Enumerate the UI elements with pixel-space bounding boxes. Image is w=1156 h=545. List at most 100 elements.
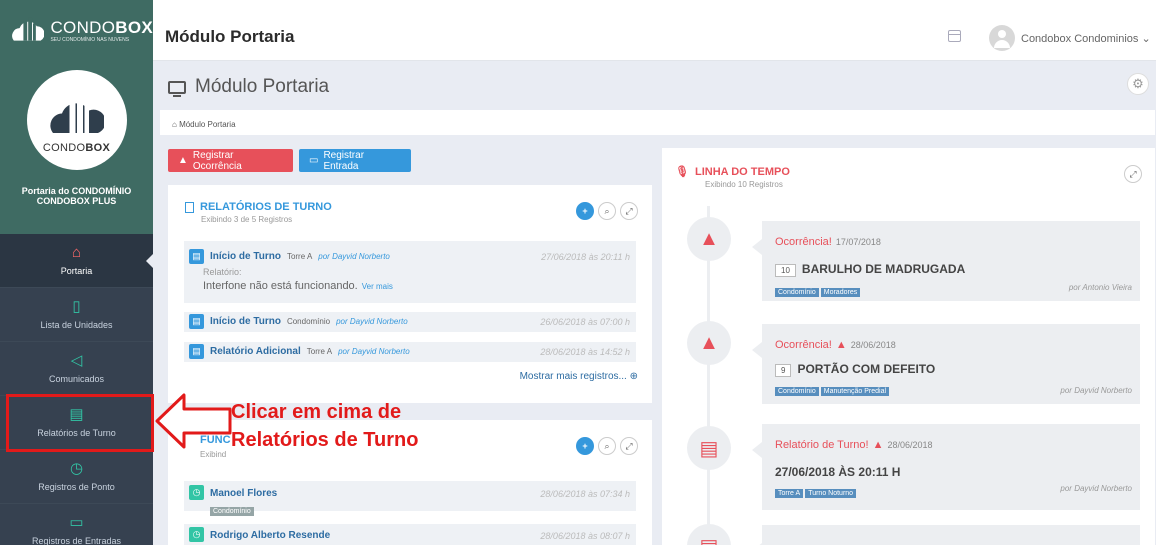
panel-subtitle: Exibindo 10 Registros: [705, 180, 783, 189]
row-author: por Dayvid Norberto: [338, 347, 410, 356]
sidebar-item-portaria[interactable]: ⌂ Portaria: [0, 234, 153, 288]
timeline-item[interactable]: [752, 525, 1140, 545]
show-more-link[interactable]: Mostrar mais registros... ⊕: [520, 371, 638, 382]
expand-icon[interactable]: ⤢: [620, 437, 638, 455]
list-item[interactable]: ◷ Rodrigo Alberto Resende 28/06/2018 às …: [184, 524, 636, 545]
item-text: BARULHO DE MADRUGADA: [801, 262, 966, 276]
tag: Moradores: [820, 288, 861, 297]
page-title: Módulo Portaria: [168, 76, 329, 98]
sidebar-item-registros-entradas[interactable]: ▭ Registros de Entradas: [0, 504, 153, 545]
annotation-text: Clicar em cima de Relatórios de Turno: [231, 398, 418, 454]
tag: Manutenção Predial: [820, 387, 890, 396]
badge-main: CONDO: [42, 141, 86, 154]
document-icon: [185, 201, 194, 213]
item-author: por Dayvid Norberto: [1060, 386, 1132, 395]
row-label: Relatório:: [203, 267, 242, 277]
highlight-box: [6, 394, 154, 452]
home-icon: ⌂: [71, 244, 82, 261]
logo-tagline: SEU CONDOMÍNIO NAS NUVENS: [50, 36, 130, 43]
row-date: 26/06/2018 às 07:00 h: [540, 317, 630, 327]
timeline-item[interactable]: Ocorrência! 17/07/2018 10 BARULHO DE MADRU…: [752, 221, 1140, 301]
sidebar-item-label: Comunicados: [48, 374, 105, 384]
calendar-icon[interactable]: [948, 30, 961, 42]
monitor-icon: [168, 80, 186, 97]
breadcrumb-item[interactable]: Módulo Portaria: [179, 120, 235, 129]
sidebar-item-label: Portaria: [60, 266, 93, 276]
list-item[interactable]: ◷ Manoel Flores Condomínio 28/06/2018 às…: [184, 481, 636, 516]
item-date: 28/06/2018: [850, 340, 896, 350]
extinguisher-icon: ▲: [687, 321, 731, 365]
row-title: Rodrigo Alberto Resende: [210, 530, 331, 541]
item-author: por Dayvid Norberto: [1060, 484, 1132, 493]
timeline-item[interactable]: Ocorrência! ▲ 28/06/2018 9 PORTÃO COM DEFEI…: [752, 324, 1140, 404]
row-title: Relatório Adicional: [210, 346, 301, 357]
item-kind: Relatório de Turno!: [775, 439, 869, 451]
register-occurrence-button[interactable]: ▲ Registrar Ocorrência: [168, 149, 293, 172]
search-icon[interactable]: ⌕: [598, 437, 616, 455]
search-icon[interactable]: ⌕: [598, 202, 616, 220]
arrow-left-icon: [155, 393, 232, 449]
org-name: Portaria do CONDOMÍNIO CONDOBOX PLUS: [0, 178, 153, 234]
expand-icon[interactable]: ⤢: [620, 202, 638, 220]
panel-title: LINHA DO TEMPO: [694, 165, 790, 178]
document-icon: ▤: [189, 249, 204, 264]
breadcrumb: ⌂ Módulo Portaria: [160, 110, 1155, 135]
condobox-logo-icon: [49, 90, 104, 133]
report-icon: ▤: [687, 524, 731, 545]
building-icon: ▯: [72, 298, 81, 315]
item-number: 10: [775, 264, 796, 277]
row-text: Interfone não está funcionando.: [203, 280, 358, 292]
tag: Condomínio: [775, 387, 819, 396]
timeline-item[interactable]: Relatório de Turno! ▲ 28/06/2018 27/06/201…: [752, 424, 1140, 510]
condobox-badge: CONDOBOX: [26, 69, 127, 170]
list-item[interactable]: ▤ Início de Turno Torre A por Dayvid Norbe…: [184, 241, 636, 303]
item-date: 17/07/2018: [835, 237, 881, 247]
tag: Turno Noturno: [805, 489, 857, 498]
sidebar-item-lista-unidades[interactable]: ▯ Lista de Unidades: [0, 288, 153, 342]
row-place: Condomínio: [286, 317, 331, 326]
row-author: por Dayvid Norberto: [336, 317, 408, 326]
gear-icon[interactable]: ⚙: [1127, 73, 1149, 95]
module-title: Módulo Portaria: [165, 27, 295, 46]
extinguisher-icon: ▲: [687, 217, 731, 261]
sidebar-item-label: Lista de Unidades: [40, 320, 113, 330]
timeline-panel: 🎙 LINHA DO TEMPO Exibindo 10 Registros ⤢ …: [662, 148, 1155, 545]
home-icon: ⌂: [172, 120, 180, 129]
document-icon: ▤: [189, 344, 204, 359]
item-date: 28/06/2018: [887, 440, 933, 450]
ticket-icon: ▭: [309, 155, 319, 166]
item-kind: Ocorrência!: [775, 339, 832, 351]
list-item[interactable]: ▤ Início de Turno Condomínio por Dayvid No…: [184, 312, 636, 332]
avatar[interactable]: [989, 25, 1015, 51]
sidebar-item-comunicados[interactable]: ◁ Comunicados: [0, 342, 153, 396]
item-author: por Antonio Vieira: [1068, 283, 1132, 292]
button-label: Registrar Ocorrência: [192, 149, 242, 172]
sidebar-item-label: Registros de Entradas: [31, 536, 122, 545]
report-icon: ▤: [687, 426, 731, 470]
item-kind: Ocorrência!: [775, 236, 832, 248]
expand-icon[interactable]: ⤢: [1124, 165, 1142, 183]
list-item[interactable]: ▤ Relatório Adicional Torre A por Dayvid N…: [184, 342, 636, 362]
sidebar: CONDOBOX Portaria do CONDOMÍNIO CONDOBOX…: [0, 61, 153, 545]
condobox-logo-icon: [12, 17, 45, 41]
row-title: Início de Turno: [210, 251, 281, 262]
brand-logo[interactable]: CONDOBOX SEU CONDOMÍNIO NAS NUVENS: [0, 0, 153, 61]
panel-title: RELATÓRIOS DE TURNO: [200, 201, 332, 213]
row-title: Início de Turno: [210, 316, 281, 327]
warning-icon: ▲: [872, 439, 884, 451]
read-more-link[interactable]: Ver mais: [362, 282, 393, 291]
add-button[interactable]: +: [576, 202, 594, 220]
badge-bold: BOX: [85, 141, 111, 154]
add-button[interactable]: +: [576, 437, 594, 455]
register-entry-button[interactable]: ▭ Registrar Entrada: [299, 149, 411, 172]
row-date: 28/06/2018 às 08:07 h: [540, 531, 630, 541]
logo-main: CONDO: [50, 17, 116, 37]
relatorios-turno-panel: RELATÓRIOS DE TURNO Exibindo 3 de 5 Regi…: [168, 185, 652, 403]
clock-icon: ◷: [189, 485, 204, 500]
user-menu[interactable]: Condobox Condominios ⌄: [1021, 32, 1151, 45]
top-bar: CONDOBOX SEU CONDOMÍNIO NAS NUVENS Módul…: [0, 0, 1156, 61]
item-text: 27/06/2018 ÀS 20:11 H: [775, 465, 901, 479]
sidebar-item-registros-ponto[interactable]: ◷ Registros de Ponto: [0, 450, 153, 504]
annotation-line: Relatórios de Turno: [231, 429, 419, 451]
row-place: Torre A: [286, 252, 313, 261]
